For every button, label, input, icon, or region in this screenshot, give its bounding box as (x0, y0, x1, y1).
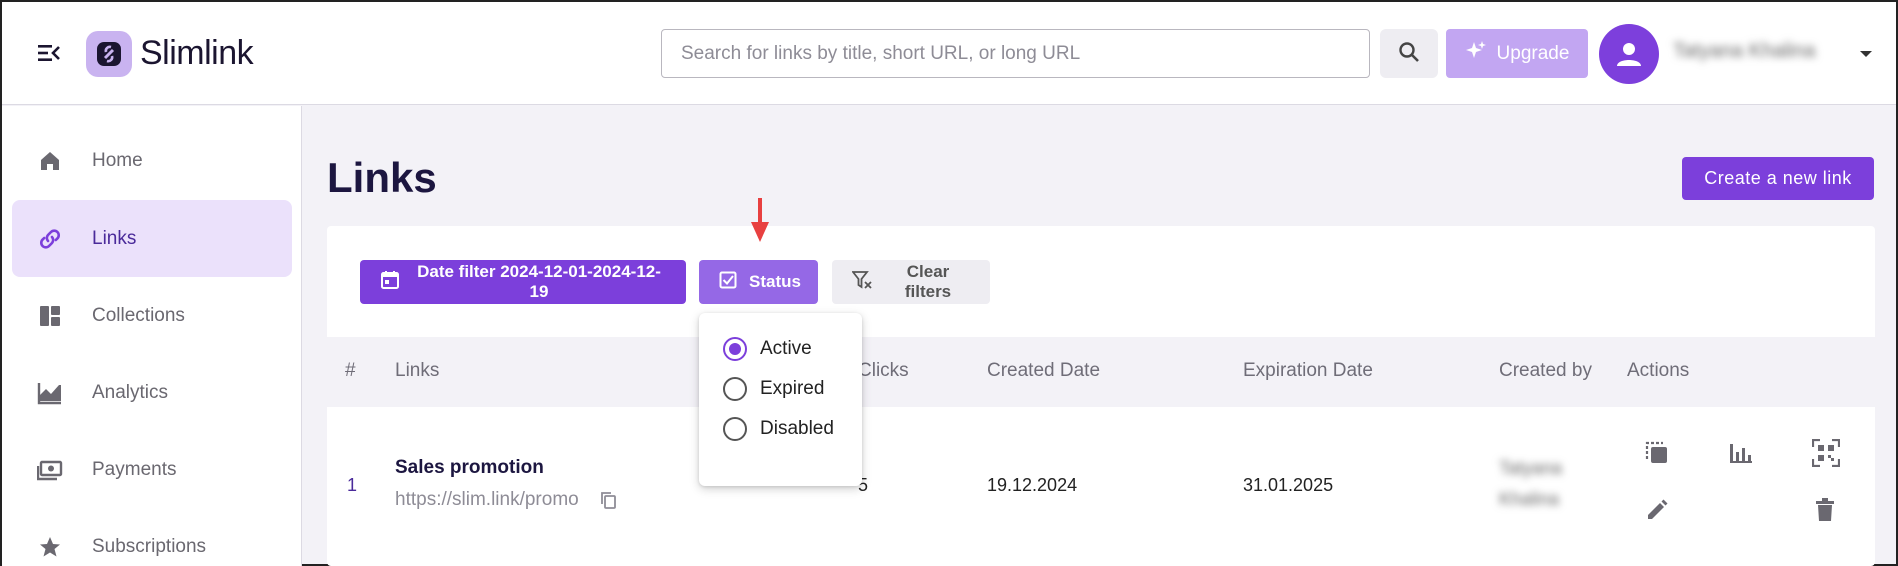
sidebar-item-label: Analytics (92, 381, 169, 403)
column-header-expiration-date: Expiration Date (1243, 360, 1373, 381)
upgrade-label: Upgrade (1496, 42, 1570, 64)
menu-collapse-icon[interactable] (36, 42, 62, 64)
status-filter-label: Status (749, 272, 801, 291)
status-option-active[interactable]: Active (723, 337, 812, 361)
clear-filters-button[interactable]: Clear filters (832, 260, 990, 304)
row-created-date: 19.12.2024 (987, 475, 1078, 495)
caret-down-icon[interactable] (1859, 46, 1873, 64)
column-header-actions: Actions (1627, 360, 1690, 381)
status-filter-button[interactable]: Status (699, 260, 818, 304)
trash-icon[interactable] (1814, 498, 1836, 527)
star-icon (37, 534, 63, 560)
column-header-index: # (345, 360, 356, 381)
sidebar-item-analytics[interactable]: Analytics (12, 354, 292, 431)
page-title: Links (327, 154, 437, 201)
sidebar-item-links[interactable]: Links (12, 200, 292, 277)
analytics-icon (37, 380, 63, 406)
column-header-links: Links (395, 360, 440, 381)
calendar-icon (380, 270, 400, 295)
sidebar-item-label: Links (92, 227, 137, 249)
status-option-label: Disabled (760, 418, 834, 439)
create-link-button[interactable]: Create a new link (1682, 157, 1874, 200)
date-filter-label: Date filter 2024-12-01-2024-12-19 (417, 262, 661, 301)
edit-pencil-icon[interactable] (1645, 498, 1669, 527)
sidebar-item-label: Home (92, 149, 143, 171)
radio-unchecked-icon[interactable] (723, 377, 747, 401)
logo-icon (86, 31, 132, 77)
status-dropdown-menu: Active Expired Disabled (699, 313, 862, 486)
status-option-expired[interactable]: Expired (723, 377, 824, 401)
status-option-disabled[interactable]: Disabled (723, 417, 834, 441)
table-row (327, 407, 1875, 562)
collections-icon (37, 303, 63, 329)
sparkle-icon (1465, 40, 1487, 68)
row-created-by-last: Khalina (1499, 489, 1560, 509)
radio-checked-icon[interactable] (723, 337, 747, 361)
status-option-label: Expired (760, 378, 825, 399)
sidebar-item-subscriptions[interactable]: Subscriptions (12, 508, 292, 566)
search-input[interactable] (661, 29, 1370, 78)
row-index: 1 (347, 475, 358, 495)
link-icon (37, 226, 63, 252)
bar-chart-icon[interactable] (1729, 442, 1753, 469)
home-icon (37, 148, 63, 174)
row-created-by-first: Tatyana (1499, 458, 1563, 478)
checkbox-icon (719, 271, 737, 294)
sidebar-item-home[interactable]: Home (12, 122, 292, 199)
clear-filters-label: Clear filters (904, 262, 952, 301)
qr-code-icon[interactable] (1811, 438, 1841, 472)
annotation-arrow-icon (750, 198, 770, 251)
column-header-created-date: Created Date (987, 360, 1101, 381)
row-expiration-date: 31.01.2025 (1243, 475, 1334, 495)
search-icon (1397, 40, 1421, 67)
sidebar-item-label: Payments (92, 458, 177, 480)
top-header: Slimlink Upgrade Tatyana Khalina (2, 2, 1896, 105)
sidebar-item-collections[interactable]: Collections (12, 277, 292, 354)
sidebar-item-payments[interactable]: Payments (12, 431, 292, 508)
sidebar-item-label: Collections (92, 304, 185, 326)
upgrade-button[interactable]: Upgrade (1446, 29, 1588, 78)
copy-icon[interactable] (600, 491, 617, 515)
sidebar: Home Links Collections Analytics Payment… (2, 106, 302, 566)
brand-name: Slimlink (140, 34, 254, 72)
radio-unchecked-icon[interactable] (723, 417, 747, 441)
avatar[interactable] (1599, 24, 1659, 84)
duplicate-icon[interactable] (1644, 440, 1670, 471)
filter-clear-icon (851, 270, 874, 295)
column-header-clicks: Clicks (858, 360, 909, 381)
search-button[interactable] (1380, 29, 1438, 78)
user-name[interactable]: Tatyana Khalina (1673, 40, 1815, 63)
column-header-created-by: Created by (1499, 360, 1592, 381)
sidebar-item-label: Subscriptions (92, 535, 207, 557)
status-option-label: Active (760, 338, 812, 359)
date-filter-button[interactable]: Date filter 2024-12-01-2024-12-19 (360, 260, 686, 304)
link-title[interactable]: Sales promotion (395, 457, 544, 479)
payments-icon (37, 457, 63, 483)
link-short-url[interactable]: https://slim.link/promo (395, 489, 579, 511)
